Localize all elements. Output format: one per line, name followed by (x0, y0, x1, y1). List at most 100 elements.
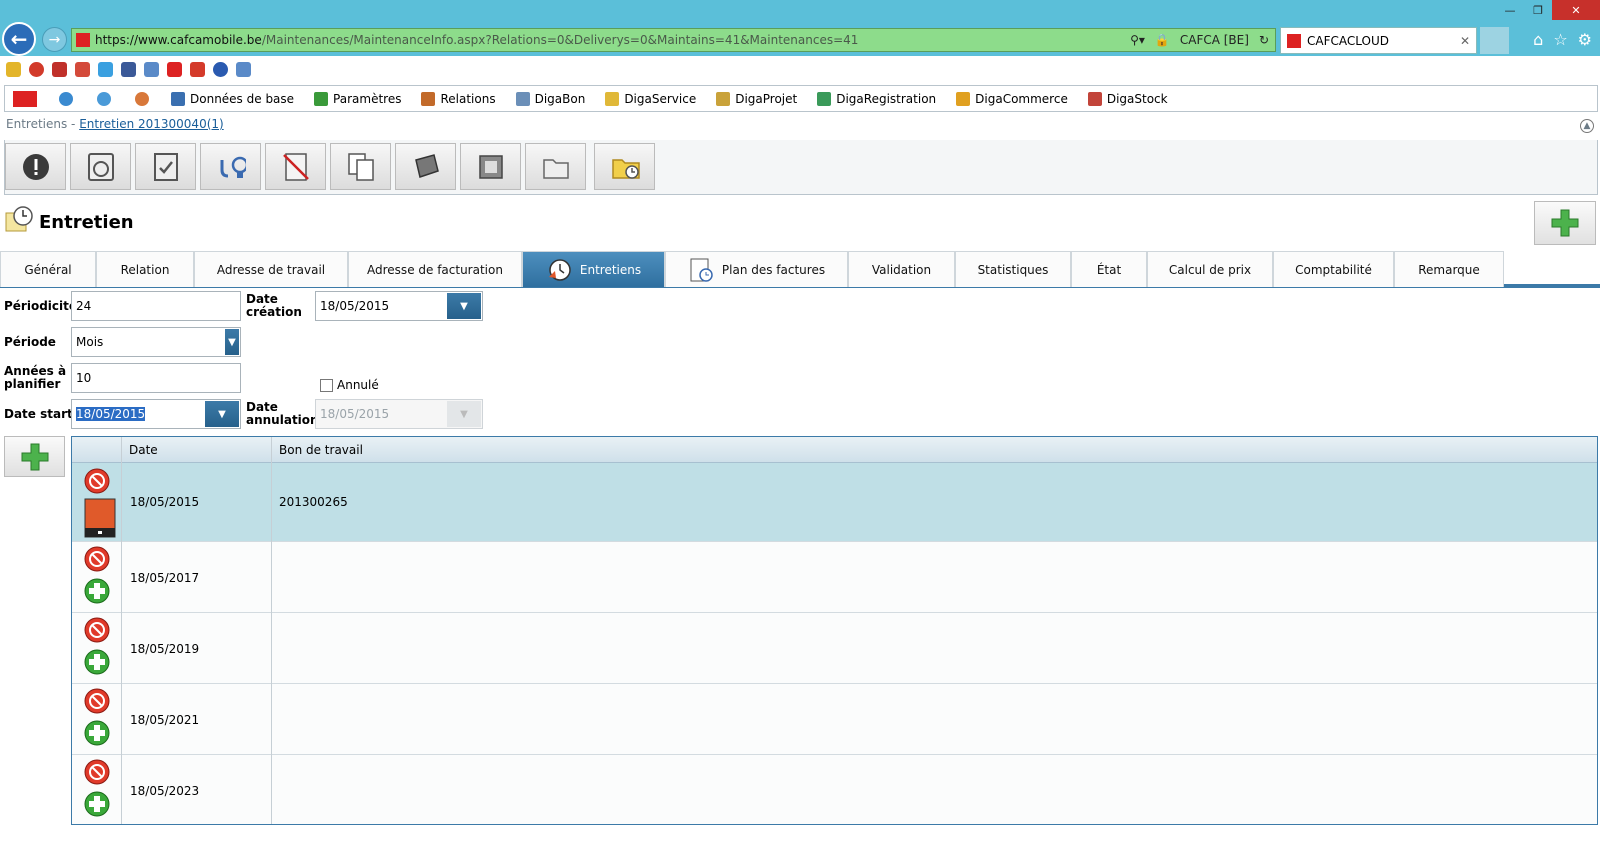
menu-item-digastock[interactable]: DigaStock (1087, 91, 1168, 106)
ie-page-icon[interactable] (144, 61, 159, 77)
tab-relation[interactable]: Relation (96, 251, 194, 287)
archive-button[interactable] (460, 143, 521, 190)
search-icon[interactable]: ⚲▾ (1130, 33, 1145, 47)
user-icon[interactable] (135, 91, 149, 106)
menu-item-digaservice[interactable]: DigaService (605, 91, 696, 106)
add-row-button[interactable] (4, 436, 65, 477)
menu-item-relations[interactable]: Relations (421, 91, 496, 106)
menu-item-digaregistration[interactable]: DigaRegistration (817, 91, 936, 106)
address-bar[interactable]: https://www.cafcamobile.be/Maintenances/… (71, 28, 1276, 52)
create-work-order-icon[interactable] (83, 790, 111, 818)
no-document-button[interactable] (265, 143, 326, 190)
favorite-c-icon[interactable] (190, 61, 205, 77)
annees-input[interactable]: 10 (71, 363, 241, 393)
favorite-e-icon[interactable] (29, 61, 44, 77)
back-button[interactable]: ← (2, 22, 36, 56)
date-creation-picker[interactable]: 18/05/2015 ▼ (315, 291, 483, 321)
column-header-date[interactable]: Date (129, 443, 158, 457)
table-row[interactable]: 18/05/2015 201300265 (72, 463, 1597, 542)
row-bon[interactable]: 201300265 (279, 495, 348, 509)
google-plus-icon[interactable] (75, 61, 90, 77)
window-controls: — ❐ ✕ (1496, 0, 1600, 20)
alert-button[interactable] (5, 143, 66, 190)
create-work-order-icon[interactable] (83, 648, 111, 676)
tab-adresse-facturation[interactable]: Adresse de facturation (348, 251, 522, 287)
checklist-button[interactable] (135, 143, 196, 190)
table-row[interactable]: 18/05/2017 (72, 542, 1597, 613)
tab-calcul-prix[interactable]: Calcul de prix (1147, 251, 1273, 287)
energy-button[interactable] (200, 143, 261, 190)
tab-etat[interactable]: État (1071, 251, 1147, 287)
menu-item-digacommerce[interactable]: DigaCommerce (956, 91, 1068, 106)
close-tab-icon[interactable]: ✕ (1460, 34, 1470, 48)
washing-machine-button[interactable] (70, 143, 131, 190)
work-order-document-icon[interactable] (84, 498, 116, 538)
menu-item-donn-es-de-base[interactable]: Données de base (171, 91, 294, 106)
sync-icon[interactable] (97, 91, 111, 106)
cancel-icon[interactable] (83, 467, 111, 495)
site-identity[interactable]: CAFCA [BE] (1180, 33, 1249, 47)
annule-checkbox[interactable] (320, 379, 333, 392)
notebook-button[interactable] (395, 143, 456, 190)
home-icon[interactable]: ⌂ (1533, 30, 1543, 49)
periode-dropdown-icon[interactable]: ▼ (225, 329, 239, 355)
date-start-dropdown-icon[interactable]: ▼ (205, 401, 239, 427)
close-window-icon[interactable]: ✕ (1552, 0, 1600, 20)
twitter-icon[interactable] (98, 61, 113, 77)
cafca-favorite-icon[interactable] (167, 61, 182, 77)
menu-item-digaprojet[interactable]: DigaProjet (716, 91, 797, 106)
lock-icon[interactable]: 🔒 (1155, 33, 1170, 47)
tab-remarque[interactable]: Remarque (1394, 251, 1504, 287)
breadcrumb-current[interactable]: Entretien 201300040(1) (79, 117, 224, 131)
facebook-icon[interactable] (121, 61, 136, 77)
tab-entretiens[interactable]: Entretiens (522, 251, 665, 287)
menu-item-param-tres[interactable]: Paramètres (314, 91, 401, 106)
refresh-icon[interactable]: ↻ (1259, 33, 1269, 47)
date-start-picker[interactable]: 18/05/2015 ▼ (71, 399, 241, 429)
minimize-icon[interactable]: — (1496, 0, 1524, 20)
cancel-icon[interactable] (83, 545, 111, 573)
create-work-order-icon[interactable] (83, 577, 111, 605)
browser-tab[interactable]: CAFCACLOUD ✕ (1280, 27, 1477, 54)
cancel-icon[interactable] (83, 687, 111, 715)
collapse-icon[interactable]: ▲ (1580, 119, 1594, 133)
globe-menu-icon[interactable] (59, 91, 73, 106)
digaprojet-icon (716, 91, 731, 106)
tab-statistiques[interactable]: Statistiques (955, 251, 1071, 287)
tab-plan-factures[interactable]: Plan des factures (665, 251, 848, 287)
menu-item-digabon[interactable]: DigaBon (515, 91, 585, 106)
cafca-logo[interactable] (13, 90, 37, 107)
cancel-icon[interactable] (83, 758, 111, 786)
table-row[interactable]: 18/05/2019 (72, 613, 1597, 684)
periode-select[interactable]: Mois ▼ (71, 327, 241, 357)
breadcrumb-parent[interactable]: Entretiens (6, 117, 67, 131)
new-tab-button[interactable] (1480, 27, 1509, 54)
column-header-bon[interactable]: Bon de travail (279, 443, 363, 457)
table-row[interactable]: 18/05/2023 (72, 755, 1597, 825)
relations-icon (421, 91, 436, 106)
favorite-pdf-icon[interactable] (52, 61, 67, 77)
restore-icon[interactable]: ❐ (1524, 0, 1552, 20)
create-work-order-icon[interactable] (83, 719, 111, 747)
favorites-star-icon[interactable]: ☆ (1553, 30, 1567, 49)
copy-document-button[interactable] (330, 143, 391, 190)
scheduled-folder-button[interactable] (594, 143, 655, 190)
tab-comptabilite[interactable]: Comptabilité (1273, 251, 1394, 287)
address-url[interactable]: https://www.cafcamobile.be/Maintenances/… (95, 33, 1130, 47)
date-creation-dropdown-icon[interactable]: ▼ (447, 293, 481, 319)
add-favorite-icon[interactable] (6, 61, 21, 77)
tab-general[interactable]: Général (0, 251, 96, 287)
table-row[interactable]: 18/05/2021 (72, 684, 1597, 755)
digacommerce-icon (956, 91, 971, 106)
settings-gear-icon[interactable]: ⚙ (1578, 30, 1592, 49)
cancel-icon[interactable] (83, 616, 111, 644)
tab-validation[interactable]: Validation (848, 251, 955, 287)
ie-page-2-icon[interactable] (236, 61, 251, 77)
folder-button[interactable] (525, 143, 586, 190)
forward-button[interactable]: → (42, 27, 67, 52)
add-maintenance-button[interactable] (1534, 201, 1596, 245)
tab-adresse-travail[interactable]: Adresse de travail (194, 251, 348, 287)
washing-machine-icon (86, 152, 116, 182)
globe-icon[interactable] (213, 61, 228, 77)
periodicite-input[interactable]: 24 (71, 291, 241, 321)
